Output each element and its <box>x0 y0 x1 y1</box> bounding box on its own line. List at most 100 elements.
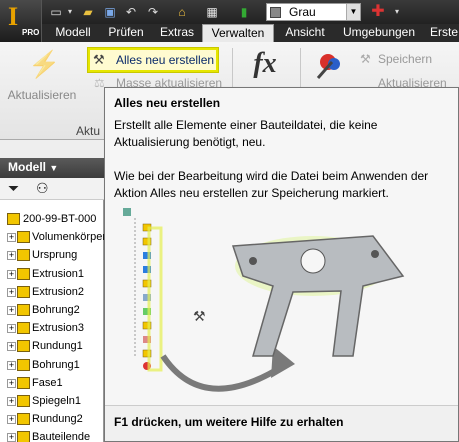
tree-item[interactable]: + Bauteilende <box>0 428 104 442</box>
expand-icon[interactable]: + <box>7 433 16 442</box>
feature-icon <box>17 431 30 442</box>
app-logo[interactable]: I PRO <box>0 0 42 42</box>
tree-item-label: Extrusion1 <box>32 267 84 280</box>
feature-icon <box>17 395 30 407</box>
tooltip-description: Erstellt alle Elemente einer Bauteildate… <box>114 118 378 149</box>
mini-tree-illustration <box>123 208 152 370</box>
part-illustration <box>231 235 405 357</box>
tab-umgebungen[interactable]: Umgebungen <box>336 24 422 42</box>
app-logo-letter: I <box>8 2 19 31</box>
update-button[interactable]: ⚡ Aktualisieren <box>2 46 82 116</box>
ribbon-group-label: Aktu <box>76 124 101 138</box>
color-style-combo[interactable]: Grau ▼ <box>266 3 361 21</box>
tree-item[interactable]: + Extrusion1 <box>0 265 104 283</box>
tab-verwalten[interactable]: Verwalten <box>202 24 274 42</box>
open-icon[interactable]: ▰ <box>80 4 96 20</box>
tree-item-label: Bohrung2 <box>32 304 80 316</box>
model-browser: Modell ▼ ⏷ ⚇ 200-99-BT-000 + Volumenkörper… <box>0 140 106 442</box>
feature-icon <box>17 267 30 280</box>
binoculars-icon[interactable]: ⚇ <box>36 180 49 197</box>
home-icon[interactable]: ⌂ <box>174 4 190 20</box>
tree-item[interactable]: + Ursprung <box>0 246 104 264</box>
expand-icon[interactable]: + <box>7 269 16 279</box>
color-style-value: Grau <box>289 5 316 19</box>
hammer-icon: ⚒ <box>360 52 371 66</box>
tab-modell[interactable]: Modell <box>48 24 98 42</box>
expand-icon[interactable]: + <box>7 415 16 425</box>
tree-item[interactable]: + Fase1 <box>0 374 104 392</box>
parameters-button[interactable]: fx <box>240 48 290 88</box>
feature-icon <box>7 213 20 225</box>
tree-item[interactable]: + Rundung1 <box>0 337 104 355</box>
new-icon[interactable]: ▭ <box>48 4 64 20</box>
expand-icon[interactable]: + <box>7 306 16 315</box>
tree-item-label: Rundung1 <box>32 340 83 353</box>
quick-access-toolbar: ▭ ▾ ▰ ▣ ↶ ↷ ⌂ ▦ ▮ Grau ▼ ✚ ▾ <box>0 0 459 24</box>
tab-ansicht[interactable]: Ansicht <box>278 24 332 42</box>
save-icon[interactable]: ▣ <box>102 4 118 20</box>
feature-icon <box>17 340 30 353</box>
undo-icon[interactable]: ↶ <box>124 4 138 20</box>
feature-icon <box>17 322 30 335</box>
tree-item-label: Extrusion3 <box>32 322 84 335</box>
panel-header-strip <box>0 140 104 158</box>
feature-icon <box>17 413 30 426</box>
tree-item[interactable]: + Volumenkörper <box>0 228 106 246</box>
tree-item-label: Volumenkörper <box>32 231 106 244</box>
rebuild-all-button[interactable]: ⚒ Alles neu erstellen <box>87 47 219 73</box>
tree-root-item[interactable]: 200-99-BT-000 <box>0 210 104 228</box>
redo-icon[interactable]: ↷ <box>146 4 160 20</box>
new-dropdown-icon[interactable]: ▾ <box>66 4 74 20</box>
tree-item-label: Rundung2 <box>32 413 83 426</box>
model-browser-title-text: Modell <box>8 160 46 174</box>
tab-pruefen[interactable]: Prüfen <box>100 24 152 42</box>
feature-icon <box>17 249 30 262</box>
save-style-button[interactable]: ⚒ Speichern <box>360 52 432 66</box>
tree-item-label: Spiegeln1 <box>32 395 81 407</box>
select-icon[interactable]: ▦ <box>204 4 220 20</box>
tooltip-rebuild-all: Alles neu erstellen Erstellt alle Elemen… <box>104 87 459 442</box>
model-browser-title[interactable]: Modell ▼ <box>0 158 104 178</box>
update-label: Aktualisieren <box>7 88 77 102</box>
feature-icon <box>17 376 30 389</box>
red-plus-icon[interactable]: ✚ <box>370 4 386 20</box>
app-logo-edition: PRO <box>22 28 40 37</box>
expand-icon[interactable]: + <box>7 378 16 388</box>
tree-item-label: Bauteilende <box>32 431 91 442</box>
tree-item[interactable]: + Bohrung2 <box>0 301 104 319</box>
expand-icon[interactable]: + <box>7 397 16 406</box>
tooltip-illustration: ⚒ <box>123 208 405 392</box>
ribbon-tabs: Modell Prüfen Extras Verwalten Ansicht U… <box>42 24 459 42</box>
hammer-icon: ⚒ <box>93 52 105 67</box>
hammer-icon: ⚒ <box>193 308 206 324</box>
color-swatch <box>270 7 281 18</box>
tree-item[interactable]: + Extrusion3 <box>0 319 104 337</box>
tree-item-label: Extrusion2 <box>32 285 84 298</box>
update-qat-icon[interactable]: ▮ <box>236 4 252 20</box>
browser-toolbar: ⏷ ⚇ <box>0 178 104 200</box>
tree-item[interactable]: + Extrusion2 <box>0 283 104 301</box>
expand-icon[interactable]: + <box>7 360 16 370</box>
rebuild-all-label: Alles neu erstellen <box>116 53 215 67</box>
tooltip-title: Alles neu erstellen <box>114 96 221 110</box>
filter-icon[interactable]: ⏷ <box>8 180 19 197</box>
expand-icon[interactable]: + <box>7 342 16 352</box>
expand-icon[interactable]: + <box>7 251 16 261</box>
arrow-shaft <box>160 354 285 392</box>
tree-item[interactable]: + Spiegeln1 <box>0 392 104 410</box>
qat-more-icon[interactable]: ▾ <box>392 4 402 20</box>
chevron-down-icon: ▼ <box>49 163 59 173</box>
feature-icon <box>17 285 30 298</box>
expand-icon[interactable]: + <box>7 287 16 297</box>
tree-item[interactable]: + Rundung2 <box>0 410 104 428</box>
expand-icon[interactable]: + <box>7 233 16 243</box>
tree-item[interactable]: + Bohrung1 <box>0 356 104 374</box>
tab-extras[interactable]: Extras <box>154 24 200 42</box>
inventor-window: ▭ ▾ ▰ ▣ ↶ ↷ ⌂ ▦ ▮ Grau ▼ ✚ ▾ I PRO Model… <box>0 0 459 442</box>
lightning-icon: ⚡ <box>28 49 61 79</box>
tab-erste[interactable]: Erste <box>424 24 459 42</box>
tooltip-note: Wie bei der Bearbeitung wird die Datei b… <box>114 169 429 200</box>
chevron-down-icon[interactable]: ▼ <box>346 4 360 20</box>
styles-icon[interactable] <box>314 50 348 80</box>
expand-icon[interactable]: + <box>7 324 16 334</box>
